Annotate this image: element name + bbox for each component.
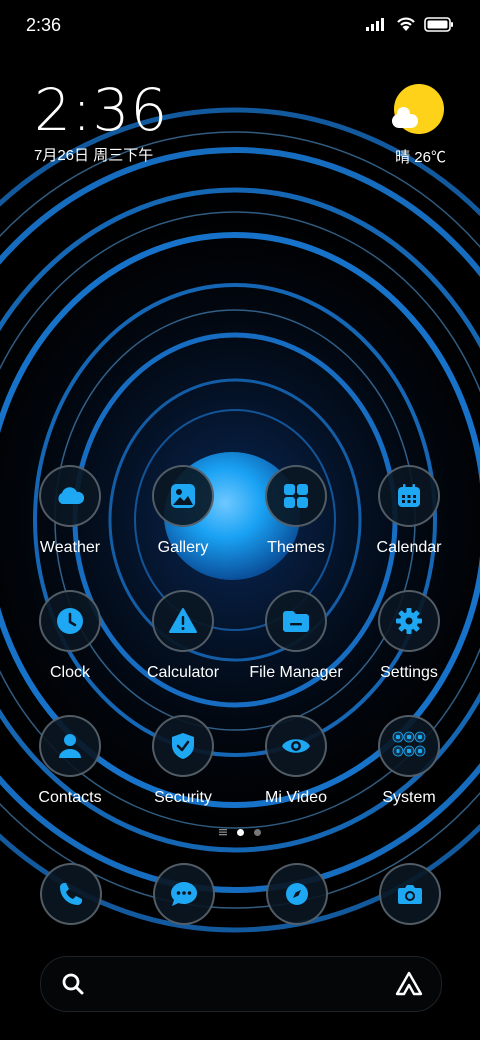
app-icon-circle [378,590,440,652]
camera-icon [398,885,422,904]
cloud-icon [58,487,85,504]
grid-icon [284,484,308,508]
app-label: Calendar [376,539,442,556]
app-icon-circle [265,715,327,777]
app-icon-circle [39,465,101,527]
app-security[interactable]: Security [128,715,238,807]
shield-check-icon [172,733,194,759]
status-time: 2:36 [26,15,62,35]
person-icon [59,734,81,758]
app-icon-circle [39,715,101,777]
cloud-icon [392,107,418,128]
app-label: Calculator [146,664,220,681]
app-label: Security [154,789,212,806]
app-settings[interactable]: Settings [354,590,464,682]
app-label: Contacts [38,789,102,806]
dock-messages[interactable] [153,863,215,925]
dock-browser[interactable] [266,863,328,925]
app-label: Weather [39,539,101,556]
app-label: Gallery [157,539,209,556]
battery-icon [424,16,453,32]
dock-camera[interactable] [379,863,441,925]
app-label: Settings [380,664,438,681]
app-gallery[interactable]: Gallery [128,465,238,557]
menu-lines-icon [219,829,227,836]
page-dot [254,828,261,836]
page-indicator[interactable] [0,828,480,836]
wifi-icon [397,17,415,31]
app-label: Clock [49,664,90,681]
app-icon-circle [378,715,440,777]
app-system-folder[interactable]: System [354,715,464,807]
app-label: Themes [267,539,325,556]
phone-icon [60,883,82,905]
app-clock[interactable]: Clock [15,590,125,682]
app-calendar[interactable]: Calendar [354,465,464,557]
app-contacts[interactable]: Contacts [15,715,125,807]
app-mi-video[interactable]: Mi Video [241,715,351,807]
compass-icon [286,883,308,905]
page-dot-active [237,828,244,836]
app-icon-circle [152,715,214,777]
app-file-manager[interactable]: File Manager [241,590,351,682]
clock-date: 7月26日 周三下午 [34,147,154,164]
status-bar: 2:36 [0,0,480,50]
clock-icon [57,608,83,634]
app-label: Mi Video [265,789,327,806]
assistant-icon[interactable] [395,971,423,997]
app-icon-circle [265,465,327,527]
app-icon-circle [378,465,440,527]
warning-triangle-icon [169,608,197,633]
image-icon [171,484,195,508]
app-icon-circle [39,590,101,652]
app-calculator[interactable]: Calculator [128,590,238,682]
app-themes[interactable]: Themes [241,465,351,557]
search-bar[interactable] [40,956,442,1012]
calendar-icon [398,484,420,507]
weather-summary: 晴 26℃ [395,149,446,166]
dock-phone[interactable] [40,863,102,925]
clock-widget[interactable]: 2:36 7月26日 周三下午 [34,78,168,165]
clock-time: 2:36 [34,76,169,144]
signal-icon [366,18,384,31]
app-icon-circle [152,590,214,652]
chat-icon [171,882,197,906]
gear-icon [396,608,422,634]
app-weather[interactable]: Weather [15,465,125,557]
eye-icon [282,739,310,753]
search-icon [62,973,84,995]
app-label: File Manager [249,664,343,681]
app-icon-circle [265,590,327,652]
app-icon-circle [152,465,214,527]
folder-grid-icon [392,731,426,757]
app-label: System [382,789,436,806]
folder-icon [283,611,309,632]
